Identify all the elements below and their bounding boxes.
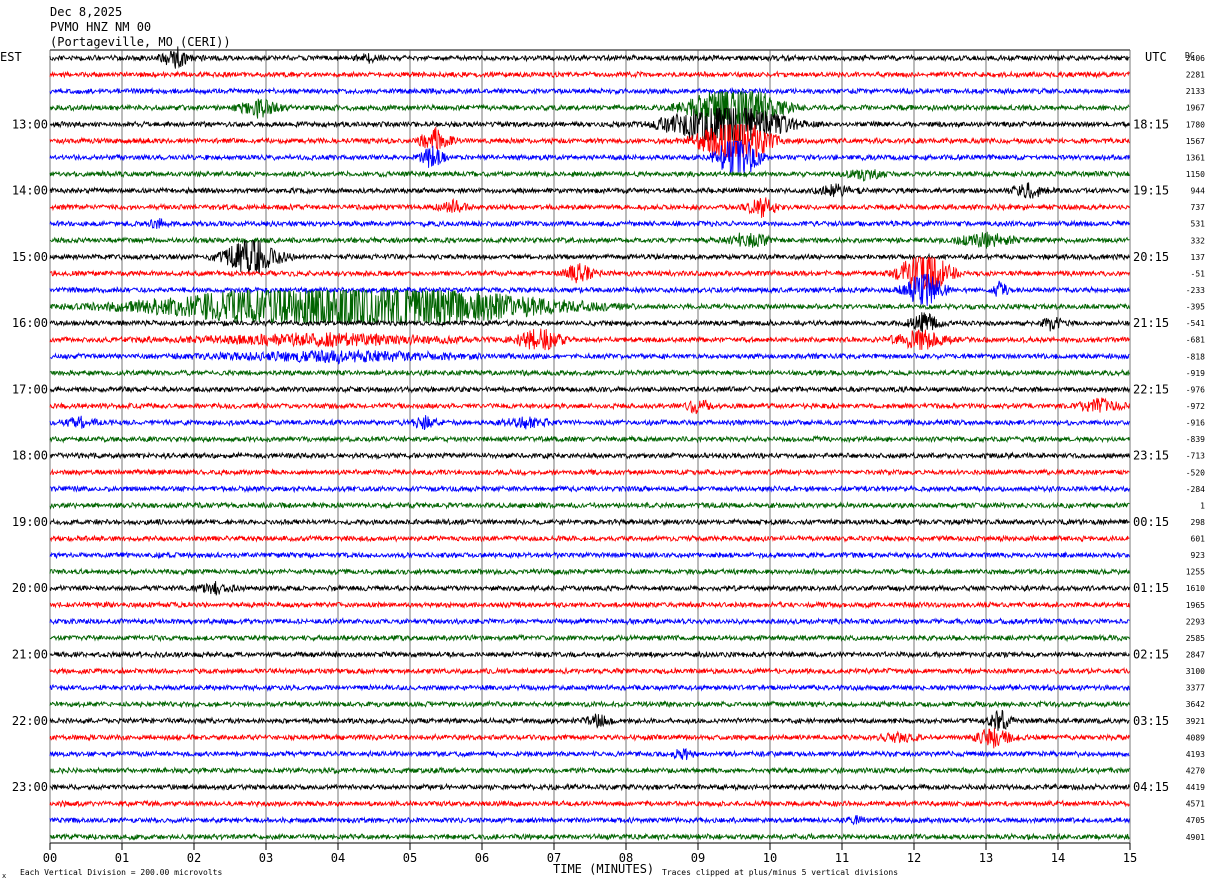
x-tick-label: 12 [907, 851, 921, 865]
dc-offset-label: 2133 [1186, 87, 1205, 96]
dc-offset-label: 2281 [1186, 71, 1205, 80]
dc-offset-label: 2585 [1186, 634, 1205, 643]
left-hour-label: 21:00 [12, 648, 48, 662]
left-hour-label: 17:00 [12, 382, 48, 396]
left-hour-label: 22:00 [12, 714, 48, 728]
dc-offset-label: -395 [1186, 303, 1205, 312]
dc-offset-label: 601 [1191, 535, 1206, 544]
right-hour-label: 02:15 [1133, 648, 1169, 662]
dc-offset-label: 1361 [1186, 153, 1205, 162]
dc-offset-label: -284 [1186, 485, 1205, 494]
dc-offset-label: 3642 [1186, 700, 1205, 709]
left-hour-label: 14:00 [12, 184, 48, 198]
x-tick-label: 15 [1123, 851, 1137, 865]
left-hour-label: 13:00 [12, 117, 48, 131]
dc-offset-label: 3921 [1186, 717, 1205, 726]
dc-offset-label: -919 [1186, 369, 1205, 378]
left-hour-label: 16:00 [12, 316, 48, 330]
dc-offset-label: -520 [1186, 468, 1205, 477]
x-tick-label: 10 [763, 851, 777, 865]
x-tick-label: 03 [259, 851, 273, 865]
right-hour-label: 04:15 [1133, 780, 1169, 794]
x-tick-label: 00 [43, 851, 57, 865]
right-hour-label: 20:15 [1133, 250, 1169, 264]
header-date: Dec 8,2025 [50, 5, 122, 19]
dc-offset-label: 2847 [1186, 651, 1205, 660]
left-hour-label: 23:00 [12, 780, 48, 794]
dc-offset-label: 737 [1191, 203, 1206, 212]
dc-offset-label: 4089 [1186, 733, 1205, 742]
left-hour-label: 20:00 [12, 581, 48, 595]
dc-offset-label: 944 [1191, 187, 1206, 196]
x-tick-label: 06 [475, 851, 489, 865]
right-hour-label: 00:15 [1133, 515, 1169, 529]
dc-offset-label: 1150 [1186, 170, 1205, 179]
dc-offset-label: -541 [1186, 319, 1205, 328]
x-tick-label: 11 [835, 851, 849, 865]
x-axis-title: TIME (MINUTES) [553, 862, 654, 876]
dc-offset-label: -916 [1186, 419, 1205, 428]
dc-offset-label: -972 [1186, 402, 1205, 411]
dc-offset-label: -976 [1186, 385, 1205, 394]
left-timezone-label: EST [0, 50, 22, 64]
x-tick-label: 01 [115, 851, 129, 865]
dc-offset-label: 1610 [1186, 584, 1205, 593]
x-tick-label: 05 [403, 851, 417, 865]
dc-offset-label: 332 [1191, 236, 1206, 245]
dc-offset-label: 1255 [1186, 568, 1205, 577]
x-tick-label: 02 [187, 851, 201, 865]
right-hour-label: 01:15 [1133, 581, 1169, 595]
dc-offset-label: -713 [1186, 452, 1205, 461]
right-hour-label: 22:15 [1133, 382, 1169, 396]
dc-offset-label: 2406 [1186, 54, 1205, 63]
scale-note: Each Vertical Division = 200.00 microvol… [20, 868, 222, 877]
dc-offset-label: 3100 [1186, 667, 1205, 676]
dc-offset-label: 531 [1191, 220, 1206, 229]
helicorder-chart: Dec 8,2025 PVMO HNZ NM 00 (Portageville,… [0, 0, 1210, 886]
right-timezone-label: UTC [1145, 50, 1167, 64]
dc-offset-label: 1780 [1186, 120, 1205, 129]
x-tick-label: 13 [979, 851, 993, 865]
dc-offset-label: 2293 [1186, 617, 1205, 626]
dc-offset-label: 137 [1191, 253, 1206, 262]
dc-offset-label: 4270 [1186, 767, 1205, 776]
right-hour-label: 23:15 [1133, 449, 1169, 463]
dc-offset-label: 4571 [1186, 800, 1205, 809]
x-tick-label: 04 [331, 851, 345, 865]
x-tick-label: 09 [691, 851, 705, 865]
left-hour-label: 18:00 [12, 449, 48, 463]
dc-offset-label: -233 [1186, 286, 1205, 295]
right-hour-label: 21:15 [1133, 316, 1169, 330]
x-tick-label: 14 [1051, 851, 1065, 865]
dc-offset-label: 1967 [1186, 104, 1205, 113]
clip-note: Traces clipped at plus/minus 5 vertical … [662, 868, 898, 877]
header-station: PVMO HNZ NM 00 [50, 20, 151, 34]
right-hour-label: 19:15 [1133, 184, 1169, 198]
header-location: (Portageville, MO (CERI)) [50, 35, 231, 49]
dc-offset-label: -839 [1186, 435, 1205, 444]
dc-offset-label: 1 [1200, 501, 1205, 510]
dc-offset-label: 923 [1191, 551, 1206, 560]
dc-offset-label: 4901 [1186, 833, 1205, 842]
dc-offset-label: -681 [1186, 336, 1205, 345]
dc-offset-label: -51 [1191, 269, 1206, 278]
right-hour-label: 18:15 [1133, 117, 1169, 131]
dc-offset-label: 1567 [1186, 137, 1205, 146]
dc-offset-label: 4705 [1186, 816, 1205, 825]
left-hour-label: 19:00 [12, 515, 48, 529]
dc-offset-label: 4419 [1186, 783, 1205, 792]
dc-offset-label: 298 [1191, 518, 1206, 527]
dc-offset-label: 4193 [1186, 750, 1205, 759]
corner-mark: x [2, 872, 6, 880]
dc-offset-label: -818 [1186, 352, 1205, 361]
right-hour-label: 03:15 [1133, 714, 1169, 728]
dc-offset-label: 3377 [1186, 684, 1205, 693]
dc-offset-label: 1965 [1186, 601, 1205, 610]
left-hour-label: 15:00 [12, 250, 48, 264]
